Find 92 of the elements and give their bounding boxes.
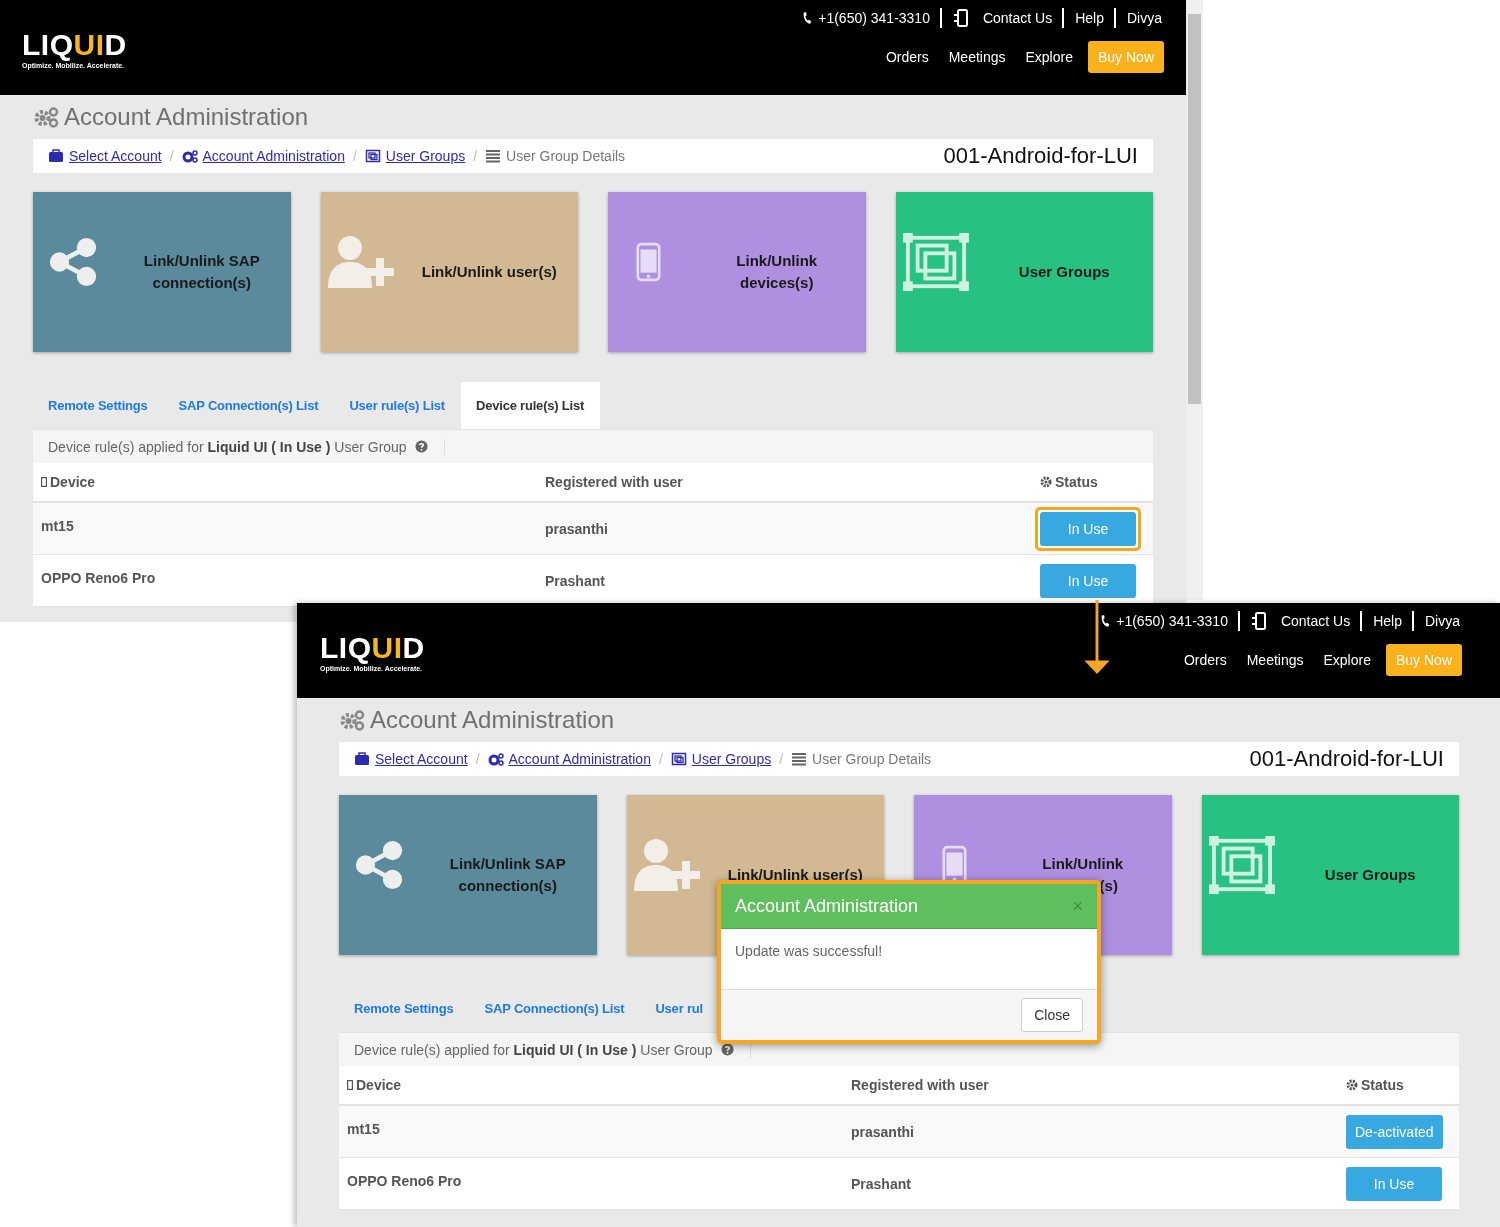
phone-icon (802, 11, 813, 25)
action-tile[interactable]: Link/Unlink SAP connection(s) (339, 795, 597, 955)
group-frame-icon (900, 232, 971, 292)
header-link[interactable]: +1(650) 341-3310 (791, 8, 940, 28)
page-title: Account Administration (64, 103, 309, 131)
mobile-contact-icon (952, 8, 971, 28)
nav-link[interactable]: Explore (1015, 49, 1083, 65)
nav-link[interactable]: Meetings (1236, 652, 1314, 668)
nav-link[interactable]: Orders (875, 49, 939, 65)
column-header: Status (1361, 1077, 1404, 1093)
gears-icon (339, 709, 366, 731)
action-tile[interactable]: Link/Unlink SAP connection(s) (33, 192, 291, 352)
header-link[interactable]: Contact Us (1237, 611, 1361, 631)
tile-label: connection(s) (152, 274, 251, 292)
list-icon (791, 752, 808, 766)
header-link[interactable]: Divya (1412, 611, 1462, 631)
device-cell-text: OPPO Reno6 Pro (347, 1172, 463, 1191)
group-frame-icon (1206, 835, 1277, 895)
column-header: Status (1055, 474, 1098, 490)
user-cell-text: Prashant (851, 1174, 912, 1194)
group-name: 001-Android-for-LUI (1249, 746, 1444, 772)
header-link[interactable]: Contact Us (939, 8, 1063, 28)
tile-label: Link/Unlink SAP (449, 855, 566, 873)
device-cell-text: OPPO Reno6 Pro (41, 569, 157, 588)
column-header: Device (50, 474, 96, 490)
list-icon (485, 149, 502, 163)
breadcrumb-separator: / (473, 148, 478, 164)
gears-icon (181, 149, 198, 163)
group-name: 001-Android-for-LUI (943, 143, 1138, 169)
breadcrumb-link[interactable]: Account Administration (508, 751, 651, 767)
breadcrumb-separator: / (475, 751, 480, 767)
gears-icon (33, 106, 60, 128)
action-tile[interactable]: Link/Unlink devices(s) (608, 192, 866, 352)
mobile-contact-icon (1250, 611, 1269, 631)
tile-label: Link/Unlink (736, 252, 818, 270)
breadcrumb-current: User Group Details (812, 751, 932, 767)
column-header: Registered with user (545, 474, 683, 490)
header-link[interactable]: Help (1062, 8, 1114, 28)
user-cell-text: prasanthi (851, 1122, 915, 1142)
breadcrumb-separator: / (658, 751, 663, 767)
device-cell-text: mt15 (347, 1120, 381, 1139)
tile-label: User Groups (1324, 866, 1416, 884)
user-cell-text: prasanthi (545, 519, 609, 539)
gear-icon (1040, 476, 1052, 488)
breadcrumb-link[interactable]: User Groups (385, 148, 466, 164)
device-cell-text: mt15 (41, 517, 75, 536)
breadcrumb-separator: / (352, 148, 357, 164)
tile-label: devices(s) (740, 274, 814, 292)
frame-icon (364, 149, 381, 163)
tab[interactable]: Remote Settings (339, 985, 470, 1032)
info-text: Device rule(s) applied for Liquid UI ( In Use ) User Group (48, 438, 407, 455)
briefcase-icon (48, 149, 64, 163)
column-header: Registered with user (851, 1077, 989, 1093)
breadcrumb-link[interactable]: Select Account (69, 148, 162, 164)
tile-label: Link/Unlink (1042, 855, 1124, 873)
user-cell-text: Prashant (545, 571, 606, 591)
breadcrumb-separator: / (779, 751, 784, 767)
breadcrumb-current: User Group Details (506, 148, 626, 164)
breadcrumb-separator: / (169, 148, 174, 164)
scrollbar[interactable] (1186, 0, 1203, 600)
column-header: Device (356, 1077, 402, 1093)
action-tile[interactable]: Link/Unlink user(s) (320, 192, 578, 352)
help-icon[interactable] (720, 1043, 734, 1056)
briefcase-icon (354, 752, 370, 766)
help-icon[interactable] (414, 440, 428, 453)
tile-label: Link/Unlink user(s) (421, 263, 557, 281)
info-text: Device rule(s) applied for Liquid UI ( In Use ) User Group (354, 1041, 713, 1058)
tile-label: connection(s) (458, 877, 557, 895)
action-tile[interactable]: User Groups (1201, 795, 1459, 955)
mobile-phone-icon (635, 242, 661, 282)
header-link[interactable]: Help (1360, 611, 1412, 631)
phone-icon (1100, 614, 1111, 628)
nav-link[interactable]: Orders (1173, 652, 1237, 668)
nav-link[interactable]: Explore (1313, 652, 1381, 668)
nav-link[interactable]: Meetings (938, 49, 1016, 65)
mobile-icon (41, 477, 47, 487)
gear-icon (1346, 1079, 1358, 1091)
tile-label: Link/Unlink SAP (143, 252, 260, 270)
header-link[interactable]: +1(650) 341-3310 (1089, 611, 1238, 631)
tab[interactable]: Remote Settings (33, 382, 164, 429)
breadcrumb-link[interactable]: User Groups (691, 751, 772, 767)
mobile-icon (347, 1080, 353, 1090)
frame-icon (670, 752, 687, 766)
gears-icon (487, 752, 504, 766)
breadcrumb-link[interactable]: Select Account (375, 751, 468, 767)
header-link[interactable]: Divya (1114, 8, 1164, 28)
tile-label: User Groups (1018, 263, 1110, 281)
close-button[interactable]: Close (1021, 998, 1083, 1032)
page-title: Account Administration (370, 706, 615, 734)
action-tile[interactable]: User Groups (895, 192, 1153, 352)
tab[interactable]: Device rule(s) List (460, 382, 601, 429)
breadcrumb-link[interactable]: Account Administration (202, 148, 345, 164)
